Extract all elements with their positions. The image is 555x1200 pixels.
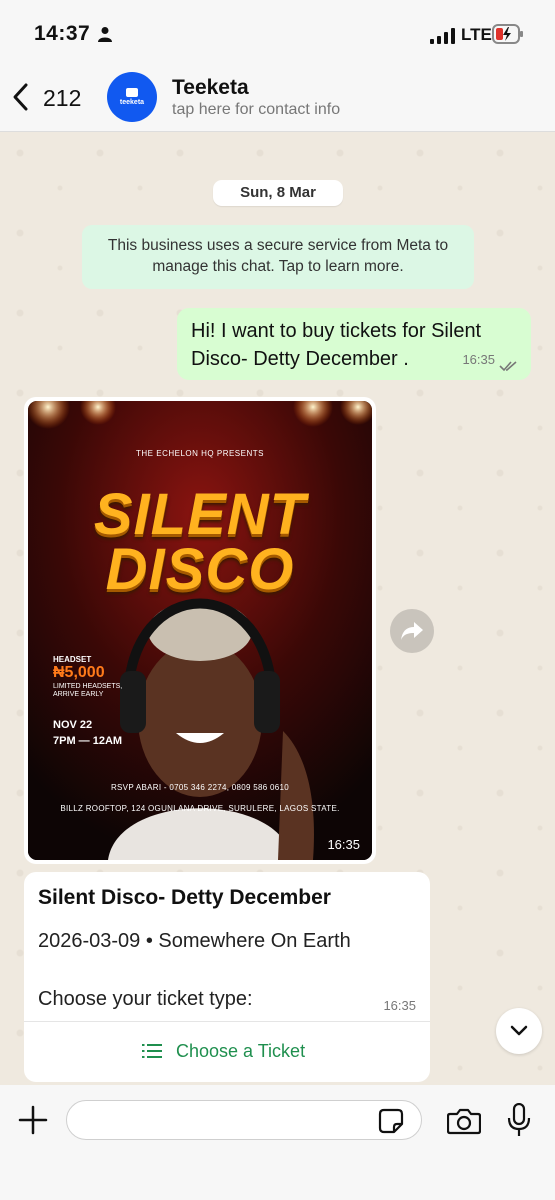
chat-header[interactable]: 212 teeketa Teeketa tap here for contact… [0,64,555,132]
message-time: 16:35 [462,352,495,367]
event-title: Silent Disco- Detty December [38,886,331,909]
back-unread-count[interactable]: 212 [43,85,81,112]
choose-ticket-button[interactable]: Choose a Ticket [24,1022,430,1082]
sticker-icon[interactable] [378,1108,404,1134]
poster-date-day: NOV 22 [53,719,93,731]
event-prompt: Choose your ticket type: [38,988,253,1010]
message-input[interactable] [66,1100,422,1140]
event-poster[interactable]: THE ECHELON HQ PRESENTS SILENT DISCO HEA… [28,401,372,860]
avatar[interactable]: teeketa [107,72,157,122]
choose-ticket-label: Choose a Ticket [176,1041,306,1061]
status-bar: 14:37 LTE [0,0,555,64]
input-bar [0,1085,555,1200]
poster-date: NOV 22 7PM — 12AM [53,717,143,749]
battery-charging-icon [492,24,523,44]
signal-icon [430,28,455,44]
poster-rsvp: RSVP ABARI - 0705 346 2274, 0809 586 061… [110,783,290,792]
card-time: 16:35 [383,998,416,1013]
contact-subtitle[interactable]: tap here for contact info [172,101,340,119]
avatar-label: teeketa [119,99,145,106]
contact-name[interactable]: Teeketa [172,76,249,100]
chat-area[interactable]: Sun, 8 Mar This business uses a secure s… [0,133,555,1085]
double-check-icon [499,361,517,372]
poster-price: ₦5,000 [53,664,105,681]
scroll-to-bottom-button[interactable] [496,1008,542,1054]
list-icon [142,1044,162,1058]
chevron-down-icon [510,1025,528,1036]
event-meta: 2026-03-09 • Somewhere On Earth [38,930,351,952]
plus-icon[interactable] [18,1105,48,1135]
poster-presents: THE ECHELON HQ PRESENTS [136,449,264,458]
network-type: LTE [461,25,492,44]
avatar-logo-icon [126,88,138,97]
event-card[interactable]: Silent Disco- Detty December 2026-03-09 … [24,872,430,1082]
person-icon [98,27,112,42]
message-text: Hi! I want to buy tickets for Silent Dis… [191,320,482,370]
poster-limited-note: LIMITED HEADSETS, ARRIVE EARLY [53,683,123,698]
image-time: 16:35 [327,837,360,852]
security-notice[interactable]: This business uses a secure service from… [82,225,474,289]
forward-icon [401,622,423,640]
back-chevron-icon[interactable] [10,82,32,112]
image-message[interactable]: THE ECHELON HQ PRESENTS SILENT DISCO HEA… [24,397,376,864]
poster-headset-label: HEADSET [53,655,92,664]
poster-date-hours: 7PM — 12AM [53,735,123,747]
mic-icon[interactable] [507,1103,531,1137]
outgoing-message[interactable]: Hi! I want to buy tickets for Silent Dis… [177,308,531,380]
poster-address: BILLZ ROOFTOP, 124 OGUNLANA DRIVE, SURUL… [60,804,340,813]
date-separator: Sun, 8 Mar [213,180,343,206]
poster-title-line2: DISCO [105,537,295,602]
status-time: 14:37 [34,22,91,45]
camera-icon[interactable] [447,1107,481,1135]
forward-button[interactable] [390,609,434,653]
